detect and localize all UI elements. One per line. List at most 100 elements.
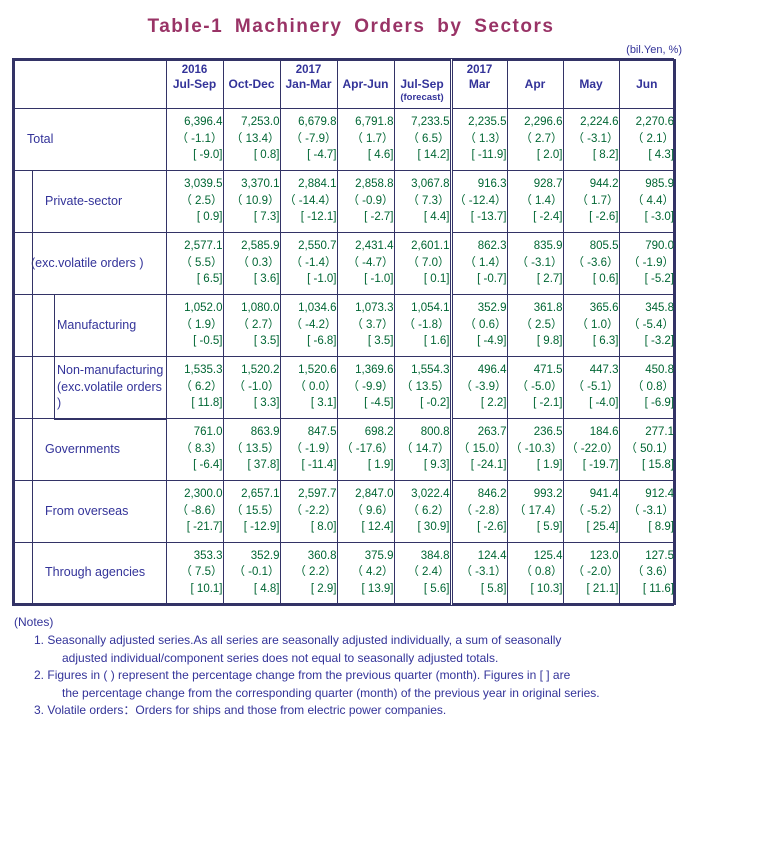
- cell-value: 2,224.6: [580, 115, 619, 128]
- cell-value: 277.1: [645, 425, 674, 438]
- cell-yoy-change: [ -3.2]: [644, 335, 674, 348]
- cell-value: 993.2: [533, 487, 563, 500]
- header-col-0: 2016 Jul-Sep: [165, 59, 224, 109]
- data-cell: 6,396.4 （ -1.1） [ -9.0]: [165, 107, 224, 171]
- cell-yoy-change: [ -11.4]: [301, 459, 337, 472]
- cell-qoq-change: （ 0.6）: [464, 318, 507, 331]
- data-cell: 3,022.4 （ 6.2） [ 30.9]: [393, 479, 453, 543]
- cell-yoy-change: [ 11.6]: [642, 583, 674, 596]
- cell-yoy-change: [ 9.8]: [536, 335, 563, 348]
- table-row: Private-sector 3,039.5 （ 2.5）[ 0.9] 3,370.1…: [13, 169, 676, 233]
- data-cell: 361.8 （ 2.5） [ 9.8]: [506, 293, 564, 357]
- data-cell: 790.0 （ -1.9） [ -5.2]: [618, 231, 676, 295]
- data-cell: 985.9 （ 4.4） [ -3.0]: [618, 169, 676, 233]
- notes-section: (Notes) 1. Seasonally adjusted series.As…: [14, 614, 782, 719]
- row-label-cell: (exc.volatile orders ): [13, 231, 167, 295]
- table-row: Non-manufacturing (exc.volatile orders ) 1…: [13, 355, 676, 419]
- data-cell: 1,369.6 （ -9.9） [ -4.5]: [336, 355, 395, 419]
- cell-qoq-change: （ 0.3）: [237, 256, 280, 269]
- cell-yoy-change: [ 8.2]: [592, 149, 619, 162]
- cell-yoy-change: [ -2.7]: [364, 211, 394, 224]
- data-cell: 352.9 （ 0.6） [ -4.9]: [449, 293, 508, 357]
- cell-qoq-change: （ 4.4）: [631, 194, 674, 207]
- cell-qoq-change: （ -3.9）: [460, 380, 507, 393]
- cell-qoq-change: （ 17.4）: [513, 504, 563, 517]
- cell-qoq-change: （ -14.4）: [284, 194, 337, 207]
- cell-value: 2,270.6: [635, 115, 674, 128]
- cell-value: 123.0: [589, 549, 619, 562]
- note-number: 3.: [34, 702, 45, 717]
- table-row: Total 6,396.4 （ -1.1） [ -9.0] 7,253.0 （ 13.4）…: [13, 107, 676, 171]
- data-cell: 916.3 （ -12.4） [ -13.7]: [449, 169, 508, 233]
- cell-qoq-change: （ -3.6）: [572, 256, 619, 269]
- cell-yoy-change: [ -6.9]: [644, 397, 674, 410]
- header-year: 2017: [295, 64, 322, 77]
- cell-yoy-change: [ -24.1]: [470, 459, 507, 472]
- cell-yoy-change: [ 4.3]: [648, 149, 674, 162]
- cell-value: 1,369.6: [355, 363, 394, 376]
- cell-qoq-change: （ -1.1）: [176, 132, 223, 145]
- cell-value: 862.3: [477, 239, 507, 252]
- data-cell: 2,585.9 （ 0.3） [ 3.6]: [222, 231, 281, 295]
- header-year: [395, 63, 450, 77]
- header-year: 2017: [466, 64, 493, 77]
- data-cell: 761.0 （ 8.3） [ -6.4]: [165, 417, 224, 481]
- table-body: Total 6,396.4 （ -1.1） [ -9.0] 7,253.0 （ 13.4）…: [13, 107, 676, 605]
- cell-value: 124.4: [477, 549, 507, 562]
- cell-qoq-change: （ -3.1）: [627, 504, 674, 517]
- row-label-cell: Non-manufacturing (exc.volatile orders ): [13, 355, 167, 419]
- cell-qoq-change: （ -1.0）: [233, 380, 280, 393]
- cell-value: 365.6: [589, 301, 619, 314]
- header-period: May: [579, 77, 603, 92]
- data-cell: 1,520.2 （ -1.0） [ 3.3]: [222, 355, 281, 419]
- cell-value: 352.9: [250, 549, 280, 562]
- cell-value: 2,601.1: [411, 239, 450, 252]
- cell-value: 2,577.1: [184, 239, 223, 252]
- note-number: 1.: [34, 633, 45, 648]
- data-cell: 471.5 （ -5.0） [ -2.1]: [506, 355, 564, 419]
- row-label: (exc.volatile orders ): [31, 255, 144, 270]
- table-row: Through agencies 353.3 （ 7.5） [ 10.1] 352.9 （…: [13, 541, 676, 605]
- data-cell: 2,296.6 （ 2.7） [ 2.0]: [506, 107, 564, 171]
- cell-qoq-change: （ 6.2）: [180, 380, 223, 393]
- cell-qoq-change: （ 7.3）: [407, 194, 450, 207]
- table-header-row: 2016 Jul-Sep Oct-Dec 2017 Jan-Mar Apr-Ju…: [13, 59, 676, 109]
- cell-qoq-change: （ -2.2）: [290, 504, 337, 517]
- cell-yoy-change: [ -5.2]: [644, 273, 674, 286]
- data-cell: 365.6 （ 1.0） [ 6.3]: [562, 293, 620, 357]
- cell-qoq-change: （ 6.5）: [407, 132, 450, 145]
- cell-value: 2,858.8: [355, 177, 394, 190]
- cell-yoy-change: [ -11.9]: [471, 149, 507, 162]
- data-cell: 7,233.5 （ 6.5） [ 14.2]: [393, 107, 453, 171]
- cell-yoy-change: [ -6.4]: [193, 459, 223, 472]
- cell-qoq-change: （ 14.7）: [400, 442, 450, 455]
- cell-value: 236.5: [533, 425, 563, 438]
- data-cell: 384.8 （ 2.4） [ 5.6]: [393, 541, 453, 605]
- data-cell: 127.5 （ 3.6） [ 11.6]: [618, 541, 676, 605]
- cell-yoy-change: [ 1.6]: [423, 335, 450, 348]
- cell-qoq-change: （ -1.8）: [403, 318, 450, 331]
- cell-yoy-change: [ 8.0]: [310, 521, 337, 534]
- cell-value: 2,597.7: [298, 487, 337, 500]
- header-col-5: 2017 Mar: [449, 59, 508, 109]
- cell-qoq-change: （ -22.0）: [566, 442, 619, 455]
- data-cell: 2,858.8 （ -0.9） [ -2.7]: [336, 169, 395, 233]
- cell-yoy-change: [ 6.5]: [196, 273, 223, 286]
- cell-qoq-change: （ -5.4）: [627, 318, 674, 331]
- cell-value: 805.5: [589, 239, 619, 252]
- data-cell: 345.8 （ -5.4） [ -3.2]: [618, 293, 676, 357]
- data-cell: 1,052.0 （ 1.9） [ -0.5]: [165, 293, 224, 357]
- data-cell: 2,270.6 （ 2.1） [ 4.3]: [618, 107, 676, 171]
- header-year: [508, 63, 563, 77]
- header-year: [338, 63, 394, 77]
- cell-yoy-change: [ 10.1]: [190, 583, 223, 596]
- header-col-7: May: [562, 59, 620, 109]
- cell-yoy-change: [ 0.1]: [423, 273, 450, 286]
- cell-value: 941.4: [589, 487, 619, 500]
- cell-yoy-change: [ 3.5]: [253, 335, 280, 348]
- cell-yoy-change: [ -9.0]: [193, 149, 223, 162]
- cell-yoy-change: [ -2.1]: [533, 397, 563, 410]
- cell-value: 1,520.6: [298, 363, 337, 376]
- data-cell: 993.2 （ 17.4） [ 5.9]: [506, 479, 564, 543]
- data-cell: 360.8 （ 2.2） [ 2.9]: [279, 541, 338, 605]
